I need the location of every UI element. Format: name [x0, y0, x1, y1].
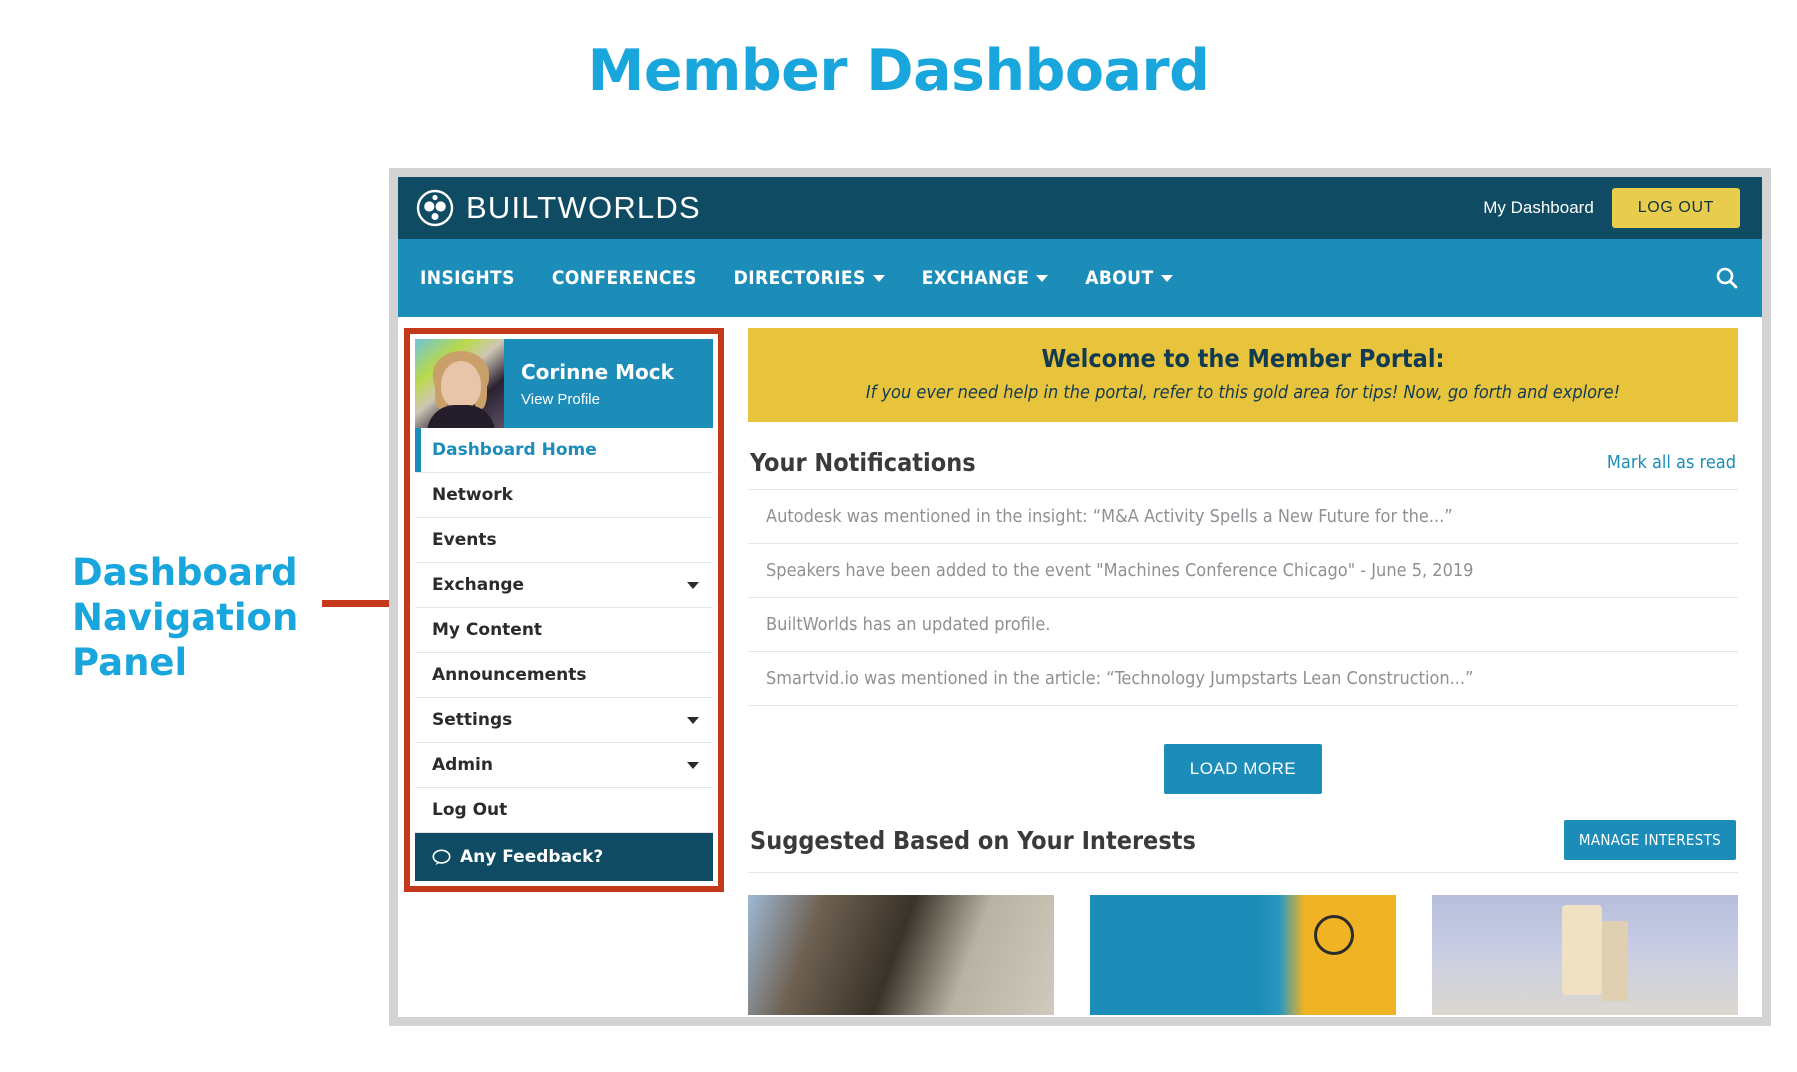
- nav-label: CONFERENCES: [551, 267, 697, 289]
- chevron-down-icon: [687, 581, 699, 589]
- welcome-subtitle: If you ever need help in the portal, ref…: [865, 382, 1621, 403]
- avatar-face: [441, 361, 481, 409]
- sidebar-item-announcements[interactable]: Announcements: [415, 653, 713, 698]
- chevron-down-icon: [687, 761, 699, 769]
- sidebar-item-my-content[interactable]: My Content: [415, 608, 713, 653]
- brand-logo[interactable]: BUILTWORLDS: [416, 189, 701, 227]
- sidebar-item-label: Settings: [432, 710, 513, 730]
- suggested-cards: [748, 873, 1738, 1015]
- page-title: Member Dashboard: [587, 38, 1210, 104]
- feedback-button[interactable]: Any Feedback?: [415, 833, 713, 881]
- brand-name: BUILTWORLDS: [466, 190, 701, 225]
- sidebar-item-label: My Content: [432, 620, 543, 640]
- sidebar-item-exchange[interactable]: Exchange: [415, 563, 713, 608]
- chevron-down-icon: [1160, 274, 1173, 282]
- nav-label: DIRECTORIES: [733, 267, 866, 289]
- main-nav-items: INSIGHTS CONFERENCES DIRECTORIES EXCHANG…: [420, 267, 1173, 289]
- welcome-title: Welcome to the Member Portal:: [1041, 344, 1445, 373]
- sidebar-item-label: Network: [432, 485, 513, 505]
- card-thumbnail-image: [1432, 895, 1738, 1015]
- card-thumbnail-image: [748, 895, 1054, 1015]
- main-navbar: INSIGHTS CONFERENCES DIRECTORIES EXCHANG…: [398, 239, 1762, 317]
- sidebar-item-admin[interactable]: Admin: [415, 743, 713, 788]
- sidebar-item-label: Dashboard Home: [432, 440, 597, 460]
- chevron-down-icon: [687, 716, 699, 724]
- nav-item-insights[interactable]: INSIGHTS: [420, 267, 515, 289]
- sidebar-item-label: Announcements: [432, 665, 587, 685]
- card-thumbnail-image: [1090, 895, 1396, 1015]
- search-button[interactable]: [1714, 265, 1740, 291]
- notification-item[interactable]: Autodesk was mentioned in the insight: “…: [748, 490, 1738, 544]
- my-dashboard-link[interactable]: My Dashboard: [1483, 198, 1594, 218]
- browser-frame: BUILTWORLDS My Dashboard LOG OUT INSIGHT…: [389, 168, 1771, 1026]
- sidebar-item-network[interactable]: Network: [415, 473, 713, 518]
- notification-item[interactable]: BuiltWorlds has an updated profile.: [748, 598, 1738, 652]
- dashboard-main: Welcome to the Member Portal: If you eve…: [724, 317, 1762, 1015]
- sidebar-item-log-out[interactable]: Log Out: [415, 788, 713, 833]
- load-more-wrapper: LOAD MORE: [748, 706, 1738, 794]
- sidebar-item-label: Log Out: [432, 800, 508, 820]
- sidebar-item-settings[interactable]: Settings: [415, 698, 713, 743]
- view-profile-link[interactable]: View Profile: [521, 391, 674, 408]
- nav-label: ABOUT: [1085, 267, 1154, 289]
- dashboard-content: Corinne Mock View Profile Dashboard Home…: [398, 317, 1762, 1015]
- sidebar-nav-list: Dashboard Home Network Events Exchange M…: [415, 428, 713, 833]
- sidebar-item-label: Exchange: [432, 575, 525, 595]
- sidebar-item-label: Events: [432, 530, 497, 550]
- profile-text: Corinne Mock View Profile: [504, 360, 674, 408]
- sidebar-item-dashboard-home[interactable]: Dashboard Home: [415, 428, 713, 473]
- site-topbar: BUILTWORLDS My Dashboard LOG OUT: [398, 177, 1762, 239]
- nav-label: EXCHANGE: [921, 267, 1030, 289]
- sidebar-item-events[interactable]: Events: [415, 518, 713, 563]
- welcome-banner: Welcome to the Member Portal: If you eve…: [748, 328, 1738, 422]
- suggested-title: Suggested Based on Your Interests: [750, 825, 1196, 855]
- suggested-card-2[interactable]: [1090, 895, 1396, 1015]
- suggested-card-3[interactable]: [1432, 895, 1738, 1015]
- nav-item-exchange[interactable]: EXCHANGE: [921, 267, 1049, 289]
- notifications-list: Autodesk was mentioned in the insight: “…: [748, 489, 1738, 706]
- topbar-actions: My Dashboard LOG OUT: [1483, 188, 1740, 228]
- nav-item-about[interactable]: ABOUT: [1085, 267, 1173, 289]
- feedback-label: Any Feedback?: [460, 847, 604, 867]
- nav-label: INSIGHTS: [420, 267, 515, 289]
- suggested-card-1[interactable]: [748, 895, 1054, 1015]
- avatar: [415, 339, 504, 428]
- nav-item-conferences[interactable]: CONFERENCES: [552, 267, 697, 289]
- nav-item-directories[interactable]: DIRECTORIES: [734, 267, 885, 289]
- chevron-down-icon: [1036, 274, 1049, 282]
- dashboard-navigation-panel: Corinne Mock View Profile Dashboard Home…: [404, 328, 724, 892]
- suggested-header: Suggested Based on Your Interests MANAGE…: [748, 794, 1738, 872]
- avatar-body: [427, 405, 495, 428]
- annotation-label: Dashboard Navigation Panel: [72, 551, 299, 685]
- manage-interests-button[interactable]: MANAGE INTERESTS: [1563, 820, 1736, 860]
- speech-bubble-icon: [432, 848, 451, 865]
- profile-name: Corinne Mock: [521, 359, 674, 384]
- profile-card[interactable]: Corinne Mock View Profile: [415, 339, 713, 428]
- mark-all-as-read-link[interactable]: Mark all as read: [1607, 452, 1736, 473]
- notifications-header: Your Notifications Mark all as read: [748, 422, 1738, 489]
- builtworlds-logo-icon: [416, 189, 454, 227]
- logout-button[interactable]: LOG OUT: [1611, 188, 1740, 228]
- sidebar-item-label: Admin: [432, 755, 493, 775]
- notification-item[interactable]: Smartvid.io was mentioned in the article…: [748, 652, 1738, 706]
- notifications-title: Your Notifications: [750, 448, 976, 477]
- chevron-down-icon: [872, 274, 885, 282]
- notification-item[interactable]: Speakers have been added to the event "M…: [748, 544, 1738, 598]
- load-more-button[interactable]: LOAD MORE: [1163, 744, 1323, 794]
- search-icon: [1716, 267, 1738, 289]
